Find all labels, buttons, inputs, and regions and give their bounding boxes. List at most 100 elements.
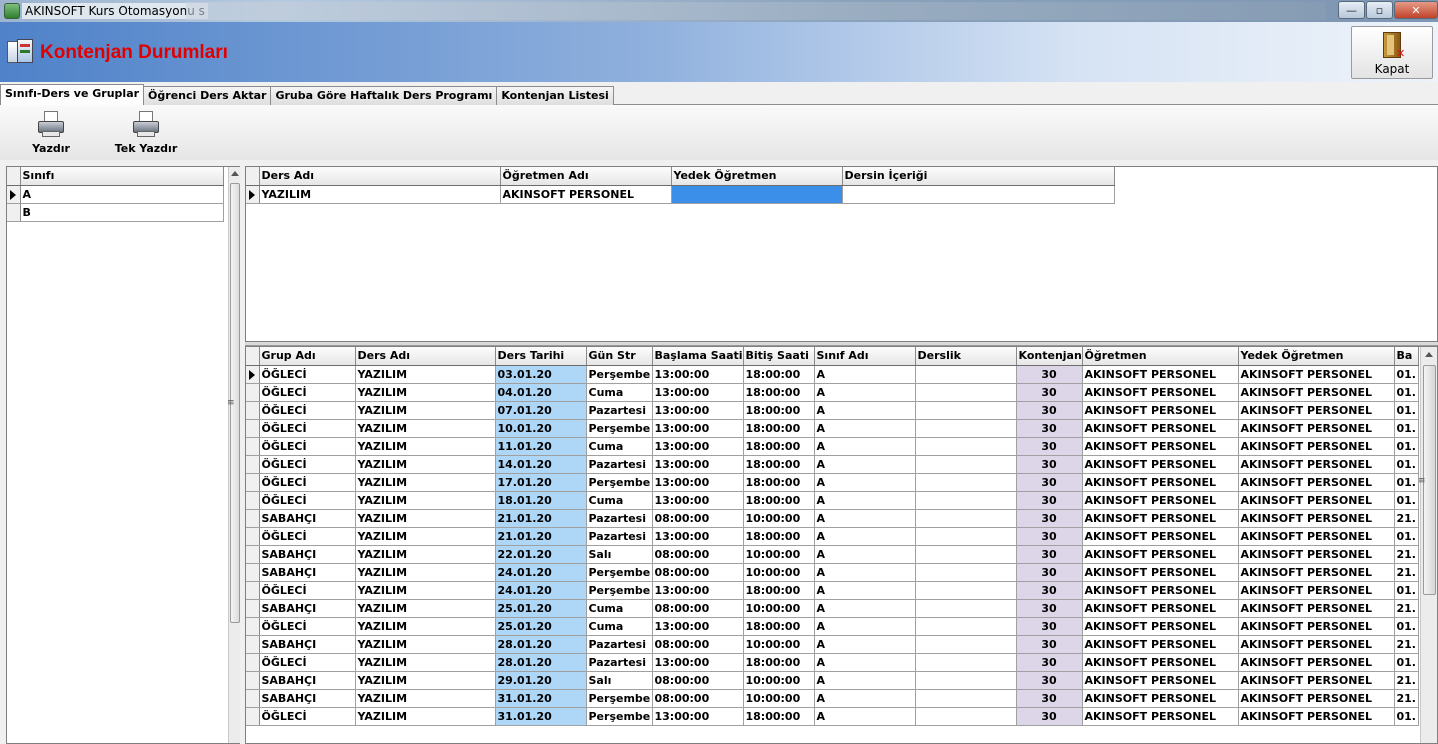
cell-ders-adi[interactable]: YAZILIM bbox=[355, 383, 496, 402]
cell-ders-tarihi[interactable]: 31.01.20 bbox=[495, 689, 587, 708]
cell-baslama-saati[interactable]: 13:00:00 bbox=[652, 617, 744, 636]
cell-kontenjan[interactable]: 30 bbox=[1016, 653, 1083, 672]
table-row[interactable]: SABAHÇI YAZILIM 28.01.20 Pazartesi 08:00:00 1… bbox=[246, 635, 1419, 654]
cell-baslangic[interactable]: 01. bbox=[1394, 401, 1419, 420]
column-header-ogretmen[interactable]: Öğretmen bbox=[1082, 347, 1239, 366]
cell-derslik[interactable] bbox=[915, 455, 1017, 474]
table-row[interactable]: SABAHÇI YAZILIM 24.01.20 Perşembe 08:00:00 10… bbox=[246, 563, 1419, 582]
cell-baslama-saati[interactable]: 08:00:00 bbox=[652, 545, 744, 564]
table-row[interactable]: B bbox=[7, 203, 224, 222]
cell-sinif-adi[interactable]: A bbox=[814, 545, 916, 564]
cell-yedek-ogretmen[interactable]: AKINSOFT PERSONEL bbox=[1238, 473, 1395, 492]
cell-gun-str[interactable]: Cuma bbox=[586, 491, 653, 510]
cell-bitis-saati[interactable]: 18:00:00 bbox=[743, 401, 815, 420]
cell-grup-adi[interactable]: ÖĞLECİ bbox=[259, 617, 356, 636]
cell-yedek-ogretmen[interactable]: AKINSOFT PERSONEL bbox=[1238, 581, 1395, 600]
cell-grup-adi[interactable]: ÖĞLECİ bbox=[259, 581, 356, 600]
cell-yedek-ogretmen[interactable]: AKINSOFT PERSONEL bbox=[1238, 545, 1395, 564]
cell-baslangic[interactable]: 21. bbox=[1394, 689, 1419, 708]
cell-kontenjan[interactable]: 30 bbox=[1016, 545, 1083, 564]
table-row[interactable]: ÖĞLECİ YAZILIM 17.01.20 Perşembe 13:00:00 18:… bbox=[246, 473, 1419, 492]
cell-bitis-saati[interactable]: 18:00:00 bbox=[743, 617, 815, 636]
cell-derslik[interactable] bbox=[915, 509, 1017, 528]
cell-ders-tarihi[interactable]: 24.01.20 bbox=[495, 563, 587, 582]
cell-ders-tarihi[interactable]: 04.01.20 bbox=[495, 383, 587, 402]
cell-ogretmen-adi[interactable]: AKINSOFT PERSONEL bbox=[500, 185, 672, 204]
cell-ders-adi[interactable]: YAZILIM bbox=[355, 509, 496, 528]
cell-bitis-saati[interactable]: 18:00:00 bbox=[743, 581, 815, 600]
cell-bitis-saati[interactable]: 18:00:00 bbox=[743, 365, 815, 384]
cell-ders-adi[interactable]: YAZILIM bbox=[355, 455, 496, 474]
cell-ders-adi[interactable]: YAZILIM bbox=[355, 653, 496, 672]
cell-sinif-adi[interactable]: A bbox=[814, 617, 916, 636]
cell-ders-adi[interactable]: YAZILIM bbox=[355, 527, 496, 546]
cell-ders-adi[interactable]: YAZILIM bbox=[355, 401, 496, 420]
cell-ders-adi[interactable]: YAZILIM bbox=[355, 473, 496, 492]
cell-sinif-adi[interactable]: A bbox=[814, 473, 916, 492]
cell-sinif-adi[interactable]: A bbox=[814, 599, 916, 618]
cell-yedek-ogretmen[interactable]: AKINSOFT PERSONEL bbox=[1238, 671, 1395, 690]
cell-bitis-saati[interactable]: 18:00:00 bbox=[743, 455, 815, 474]
cell-derslik[interactable] bbox=[915, 401, 1017, 420]
cell-baslama-saati[interactable]: 08:00:00 bbox=[652, 599, 744, 618]
cell-ogretmen[interactable]: AKINSOFT PERSONEL bbox=[1082, 419, 1239, 438]
cell-sinif-adi[interactable]: A bbox=[814, 365, 916, 384]
cell-ders-adi[interactable]: YAZILIM bbox=[355, 635, 496, 654]
class-cell[interactable]: A bbox=[20, 185, 224, 204]
cell-grup-adi[interactable]: SABAHÇI bbox=[259, 671, 356, 690]
print-button[interactable]: Yazdır bbox=[28, 111, 74, 155]
cell-gun-str[interactable]: Pazartesi bbox=[586, 401, 653, 420]
cell-grup-adi[interactable]: ÖĞLECİ bbox=[259, 437, 356, 456]
table-row[interactable]: ÖĞLECİ YAZILIM 25.01.20 Cuma 13:00:00 18:00:0… bbox=[246, 617, 1419, 636]
cell-ogretmen[interactable]: AKINSOFT PERSONEL bbox=[1082, 689, 1239, 708]
table-row[interactable]: A bbox=[7, 185, 224, 204]
tab-haftalik-ders-programi[interactable]: Gruba Göre Haftalık Ders Programı bbox=[270, 86, 498, 105]
cell-ders-tarihi[interactable]: 21.01.20 bbox=[495, 527, 587, 546]
cell-ogretmen[interactable]: AKINSOFT PERSONEL bbox=[1082, 653, 1239, 672]
cell-ders-tarihi[interactable]: 24.01.20 bbox=[495, 581, 587, 600]
cell-sinif-adi[interactable]: A bbox=[814, 707, 916, 726]
cell-derslik[interactable] bbox=[915, 365, 1017, 384]
cell-gun-str[interactable]: Perşembe bbox=[586, 563, 653, 582]
cell-yedek-ogretmen[interactable]: AKINSOFT PERSONEL bbox=[1238, 689, 1395, 708]
cell-grup-adi[interactable]: ÖĞLECİ bbox=[259, 491, 356, 510]
cell-baslangic[interactable]: 01. bbox=[1394, 653, 1419, 672]
cell-bitis-saati[interactable]: 18:00:00 bbox=[743, 491, 815, 510]
table-row[interactable]: ÖĞLECİ YAZILIM 07.01.20 Pazartesi 13:00:00 18… bbox=[246, 401, 1419, 420]
cell-sinif-adi[interactable]: A bbox=[814, 383, 916, 402]
cell-baslangic[interactable]: 21. bbox=[1394, 599, 1419, 618]
cell-gun-str[interactable]: Salı bbox=[586, 671, 653, 690]
cell-bitis-saati[interactable]: 18:00:00 bbox=[743, 473, 815, 492]
cell-sinif-adi[interactable]: A bbox=[814, 401, 916, 420]
table-row[interactable]: ÖĞLECİ YAZILIM 31.01.20 Perşembe 13:00:00 18:… bbox=[246, 707, 1419, 726]
column-header-ders-tarihi[interactable]: Ders Tarihi bbox=[495, 347, 587, 366]
cell-baslama-saati[interactable]: 08:00:00 bbox=[652, 563, 744, 582]
cell-baslama-saati[interactable]: 13:00:00 bbox=[652, 401, 744, 420]
column-header-ders-adi[interactable]: Ders Adı bbox=[259, 167, 501, 186]
cell-baslama-saati[interactable]: 13:00:00 bbox=[652, 437, 744, 456]
cell-ders-tarihi[interactable]: 07.01.20 bbox=[495, 401, 587, 420]
splitter-grip-icon[interactable]: ≡ bbox=[227, 398, 235, 408]
cell-ogretmen[interactable]: AKINSOFT PERSONEL bbox=[1082, 581, 1239, 600]
cell-grup-adi[interactable]: ÖĞLECİ bbox=[259, 473, 356, 492]
kapat-button[interactable]: ✕ Kapat bbox=[1351, 26, 1433, 79]
cell-kontenjan[interactable]: 30 bbox=[1016, 365, 1083, 384]
cell-yedek-ogretmen[interactable]: AKINSOFT PERSONEL bbox=[1238, 491, 1395, 510]
column-header-baslangic[interactable]: Ba bbox=[1394, 347, 1419, 366]
cell-kontenjan[interactable]: 30 bbox=[1016, 599, 1083, 618]
cell-baslama-saati[interactable]: 08:00:00 bbox=[652, 635, 744, 654]
single-print-button[interactable]: Tek Yazdır bbox=[110, 111, 182, 155]
cell-bitis-saati[interactable]: 10:00:00 bbox=[743, 599, 815, 618]
cell-ders-tarihi[interactable]: 29.01.20 bbox=[495, 671, 587, 690]
cell-ders-adi[interactable]: YAZILIM bbox=[355, 581, 496, 600]
cell-ogretmen[interactable]: AKINSOFT PERSONEL bbox=[1082, 365, 1239, 384]
cell-sinif-adi[interactable]: A bbox=[814, 491, 916, 510]
cell-ders-tarihi[interactable]: 18.01.20 bbox=[495, 491, 587, 510]
cell-ders-adi[interactable]: YAZILIM bbox=[355, 671, 496, 690]
cell-gun-str[interactable]: Cuma bbox=[586, 437, 653, 456]
cell-baslama-saati[interactable]: 13:00:00 bbox=[652, 653, 744, 672]
cell-gun-str[interactable]: Pazartesi bbox=[586, 653, 653, 672]
cell-baslangic[interactable]: 21. bbox=[1394, 545, 1419, 564]
cell-ogretmen[interactable]: AKINSOFT PERSONEL bbox=[1082, 509, 1239, 528]
cell-ogretmen[interactable]: AKINSOFT PERSONEL bbox=[1082, 455, 1239, 474]
